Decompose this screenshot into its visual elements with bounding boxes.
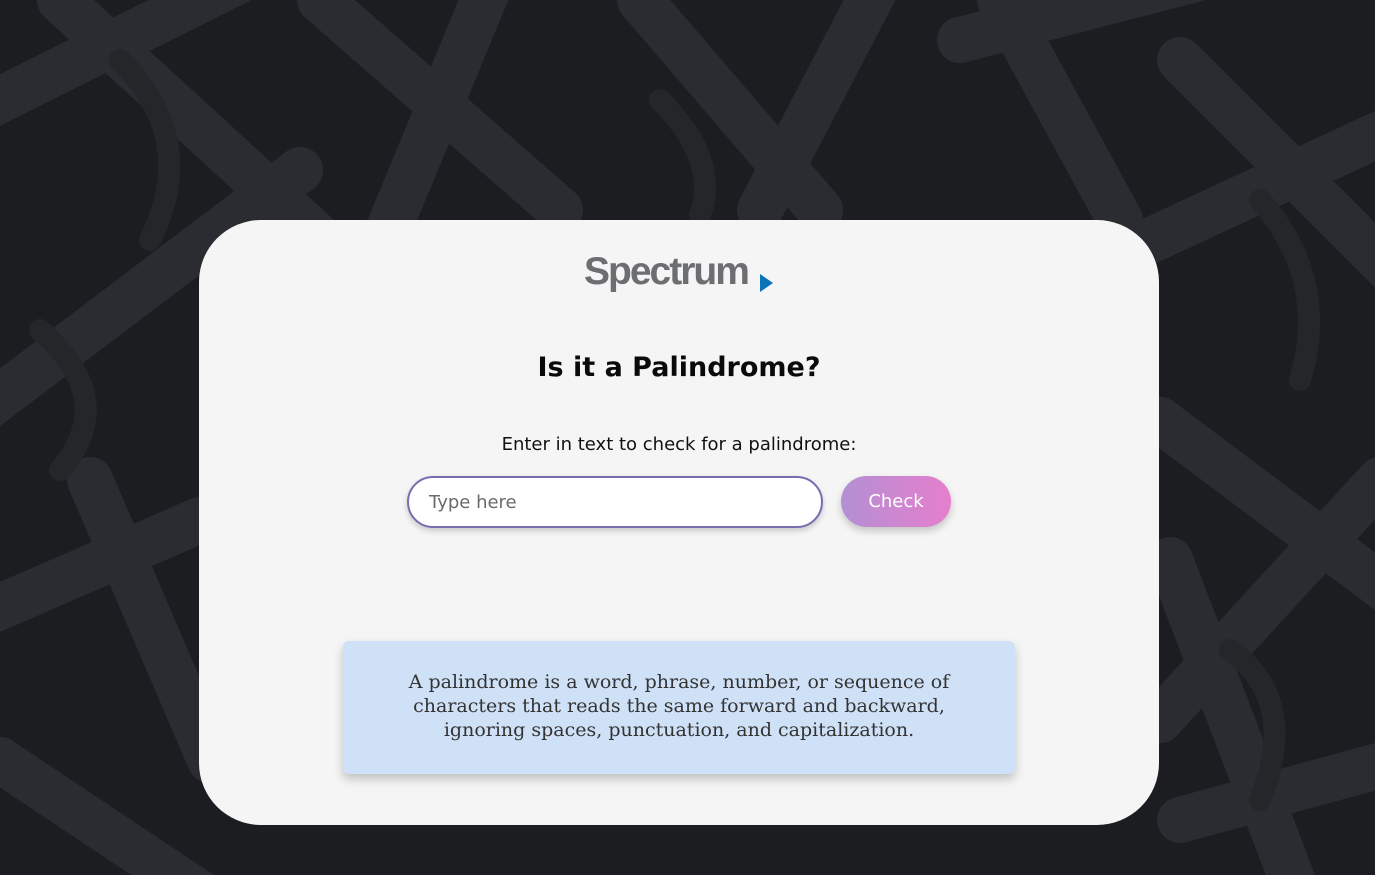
spectrum-logo[interactable]: Spectrum bbox=[584, 248, 784, 296]
palindrome-card: Spectrum Is it a Palindrome? Enter in te… bbox=[199, 220, 1159, 825]
input-prompt-label: Enter in text to check for a palindrome: bbox=[501, 434, 857, 455]
palindrome-definition-text: A palindrome is a word, phrase, number, … bbox=[408, 671, 950, 741]
palindrome-text-input[interactable] bbox=[407, 476, 823, 528]
check-button[interactable]: Check bbox=[841, 476, 951, 527]
logo-text: Spectrum bbox=[584, 250, 750, 293]
play-arrow-icon bbox=[760, 274, 773, 292]
page-title: Is it a Palindrome? bbox=[537, 352, 821, 383]
palindrome-definition-box: A palindrome is a word, phrase, number, … bbox=[343, 641, 1015, 774]
